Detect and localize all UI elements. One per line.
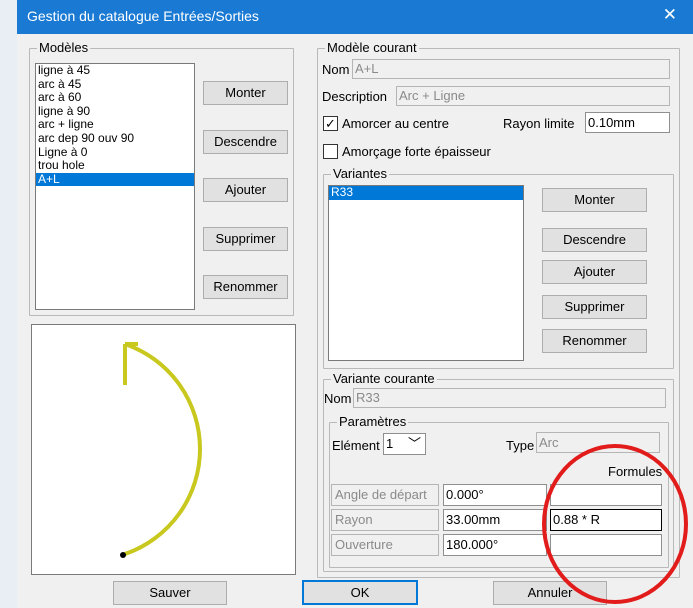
row-label-opening: Ouverture bbox=[331, 534, 439, 556]
variants-list[interactable]: R33 bbox=[328, 185, 524, 361]
variants-down-button[interactable]: Descendre bbox=[542, 228, 647, 252]
checkmark-icon: ✓ bbox=[325, 116, 336, 131]
models-delete-button[interactable]: Supprimer bbox=[203, 227, 288, 251]
preview-canvas bbox=[120, 342, 202, 558]
center-check-label: Amorcer au centre bbox=[342, 116, 449, 131]
variants-delete-button[interactable]: Supprimer bbox=[542, 295, 647, 319]
model-name-field: A+L bbox=[352, 59, 670, 79]
variants-add-button[interactable]: Ajouter bbox=[542, 260, 647, 284]
description-field: Arc + Ligne bbox=[396, 86, 670, 106]
element-select[interactable]: 1 ﹀ bbox=[383, 433, 426, 455]
variant-list-item[interactable]: R33 bbox=[329, 186, 523, 200]
window-title: Gestion du catalogue Entrées/Sorties bbox=[27, 8, 259, 24]
type-label: Type bbox=[506, 438, 535, 453]
model-list-item[interactable]: arc à 60 bbox=[36, 91, 194, 105]
model-list-item[interactable]: ligne à 90 bbox=[36, 104, 194, 119]
element-label: Elément bbox=[332, 438, 380, 453]
thick-check-label: Amorçage forte épaisseur bbox=[342, 144, 491, 159]
start-angle-formula[interactable] bbox=[550, 484, 662, 506]
preview-end-point bbox=[120, 552, 126, 558]
cancel-button[interactable]: Annuler bbox=[493, 581, 607, 605]
models-down-button[interactable]: Descendre bbox=[203, 130, 288, 154]
model-list-item[interactable]: trou hole bbox=[36, 159, 194, 173]
chevron-down-icon: ﹀ bbox=[407, 436, 421, 451]
model-name-label: Nom bbox=[322, 62, 350, 77]
close-icon[interactable]: ✕ bbox=[663, 5, 677, 25]
variant-name-field: R33 bbox=[353, 388, 666, 408]
current-model-legend: Modèle courant bbox=[325, 40, 419, 56]
center-checkbox[interactable]: ✓ bbox=[323, 116, 338, 131]
model-list-item[interactable]: Ligne à 0 bbox=[36, 145, 194, 160]
ok-button[interactable]: OK bbox=[302, 580, 418, 605]
element-select-value: 1 bbox=[386, 436, 394, 451]
radius-limit-label: Rayon limite bbox=[503, 116, 575, 131]
models-rename-button[interactable]: Renommer bbox=[203, 275, 288, 299]
variants-rename-button[interactable]: Renommer bbox=[542, 329, 647, 353]
dialog-body: Modèles ligne à 45 arc à 45 arc à 60 ligne … bbox=[17, 34, 693, 608]
variant-name-label: Nom bbox=[324, 391, 352, 406]
shape-preview bbox=[31, 324, 296, 575]
opening-formula[interactable] bbox=[550, 534, 662, 556]
opening-value[interactable]: 180.000° bbox=[443, 534, 547, 556]
save-button[interactable]: Sauver bbox=[113, 581, 227, 605]
model-list-item[interactable]: arc à 45 bbox=[36, 77, 194, 92]
models-list[interactable]: ligne à 45 arc à 45 arc à 60 ligne à 90 arc … bbox=[35, 63, 195, 310]
type-field: Arc bbox=[536, 432, 660, 453]
models-up-button[interactable]: Monter bbox=[203, 81, 288, 105]
row-label-start-angle: Angle de départ bbox=[331, 484, 439, 506]
background-window-strip bbox=[0, 0, 17, 608]
current-variant-legend: Variante courante bbox=[331, 371, 437, 387]
radius-value[interactable]: 33.00mm bbox=[443, 509, 547, 531]
variants-up-button[interactable]: Monter bbox=[542, 188, 647, 212]
model-list-item[interactable]: ligne à 45 bbox=[36, 64, 194, 78]
preview-arc bbox=[124, 342, 202, 556]
models-add-button[interactable]: Ajouter bbox=[203, 178, 288, 202]
row-label-radius: Rayon bbox=[331, 509, 439, 531]
model-list-item[interactable]: A+L bbox=[36, 172, 194, 187]
variants-legend: Variantes bbox=[331, 166, 389, 182]
formulas-label: Formules bbox=[608, 464, 663, 479]
thick-checkbox[interactable] bbox=[323, 144, 338, 159]
title-bar: Gestion du catalogue Entrées/Sorties ✕ bbox=[17, 0, 693, 34]
models-legend: Modèles bbox=[37, 40, 91, 56]
start-angle-value[interactable]: 0.000° bbox=[443, 484, 547, 506]
model-list-item[interactable]: arc dep 90 ouv 90 bbox=[36, 131, 194, 146]
model-list-item[interactable]: arc + ligne bbox=[36, 118, 194, 132]
params-legend: Paramètres bbox=[337, 414, 409, 430]
radius-formula[interactable]: 0.88 * R bbox=[550, 509, 662, 531]
radius-limit-field[interactable]: 0.10mm bbox=[585, 112, 670, 133]
description-label: Description bbox=[322, 89, 388, 104]
